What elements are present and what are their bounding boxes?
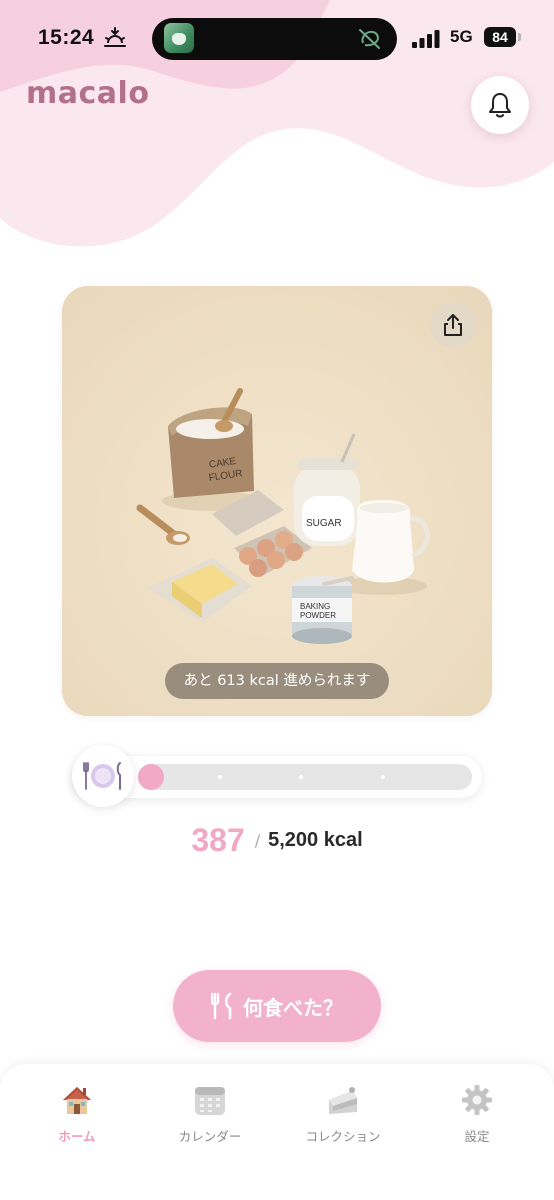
mute-icon <box>359 29 380 49</box>
progress-fill <box>138 764 164 790</box>
plate-cutlery-icon <box>83 762 121 790</box>
kcal-separator: / <box>254 831 261 850</box>
nav-home-label: ホーム <box>58 1129 96 1144</box>
nav-collection-label: コレクション <box>305 1129 381 1144</box>
calendar-icon <box>195 1087 225 1115</box>
battery-tip <box>518 33 521 41</box>
nav-settings[interactable]: 設定 <box>417 1082 537 1145</box>
status-bar: 15:24 5G 84 <box>0 18 554 60</box>
kcal-current: 387 <box>191 822 245 858</box>
sugar-jar-label: SUGAR <box>306 518 342 529</box>
baking-ingredients-illustration: CAKEFLOUR SUGAR BAKING POWDER <box>62 286 492 716</box>
dynamic-island[interactable] <box>152 18 397 60</box>
what-did-you-eat-button[interactable]: 何食べた？ <box>173 970 381 1042</box>
nav-calendar[interactable]: カレンダー <box>150 1082 270 1145</box>
status-time: 15:24 <box>38 26 95 49</box>
fork-knife-icon <box>211 992 232 1020</box>
sunset-icon <box>104 27 126 47</box>
progress-tick <box>218 775 222 779</box>
nav-home[interactable]: ホーム <box>17 1082 137 1145</box>
progress-track <box>138 764 472 790</box>
nav-settings-label: 設定 <box>464 1129 490 1144</box>
hero-card: CAKEFLOUR SUGAR BAKING POWDER あと 613 kca… <box>62 286 492 716</box>
signal-icon <box>412 30 440 48</box>
kcal-goal: 5,200 kcal <box>268 829 363 851</box>
progress-tick <box>299 775 303 779</box>
share-button[interactable] <box>430 302 476 348</box>
cake-icon <box>329 1087 357 1114</box>
plate-badge <box>72 745 134 807</box>
house-icon <box>63 1087 91 1114</box>
notification-button[interactable] <box>471 76 529 134</box>
bell-icon <box>489 93 511 118</box>
app-thumbnail-icon <box>164 23 194 53</box>
network-type: 5G <box>450 27 473 46</box>
what-did-you-eat-label: 何食べた？ <box>243 995 343 1020</box>
share-icon <box>444 314 462 336</box>
nav-calendar-label: カレンダー <box>178 1129 242 1144</box>
battery-level: 84 <box>484 27 516 47</box>
bottom-navigation: ホーム カレンダー コレクション 設定 <box>0 1064 554 1200</box>
progress-tick <box>381 775 385 779</box>
remaining-kcal-badge: あと 613 kcal 進められます <box>165 663 389 699</box>
nav-collection[interactable]: コレクション <box>283 1082 403 1145</box>
kcal-summary: 387 / 5,200 kcal <box>0 822 554 859</box>
gear-icon <box>462 1085 492 1115</box>
app-logo: macalo <box>26 76 150 111</box>
